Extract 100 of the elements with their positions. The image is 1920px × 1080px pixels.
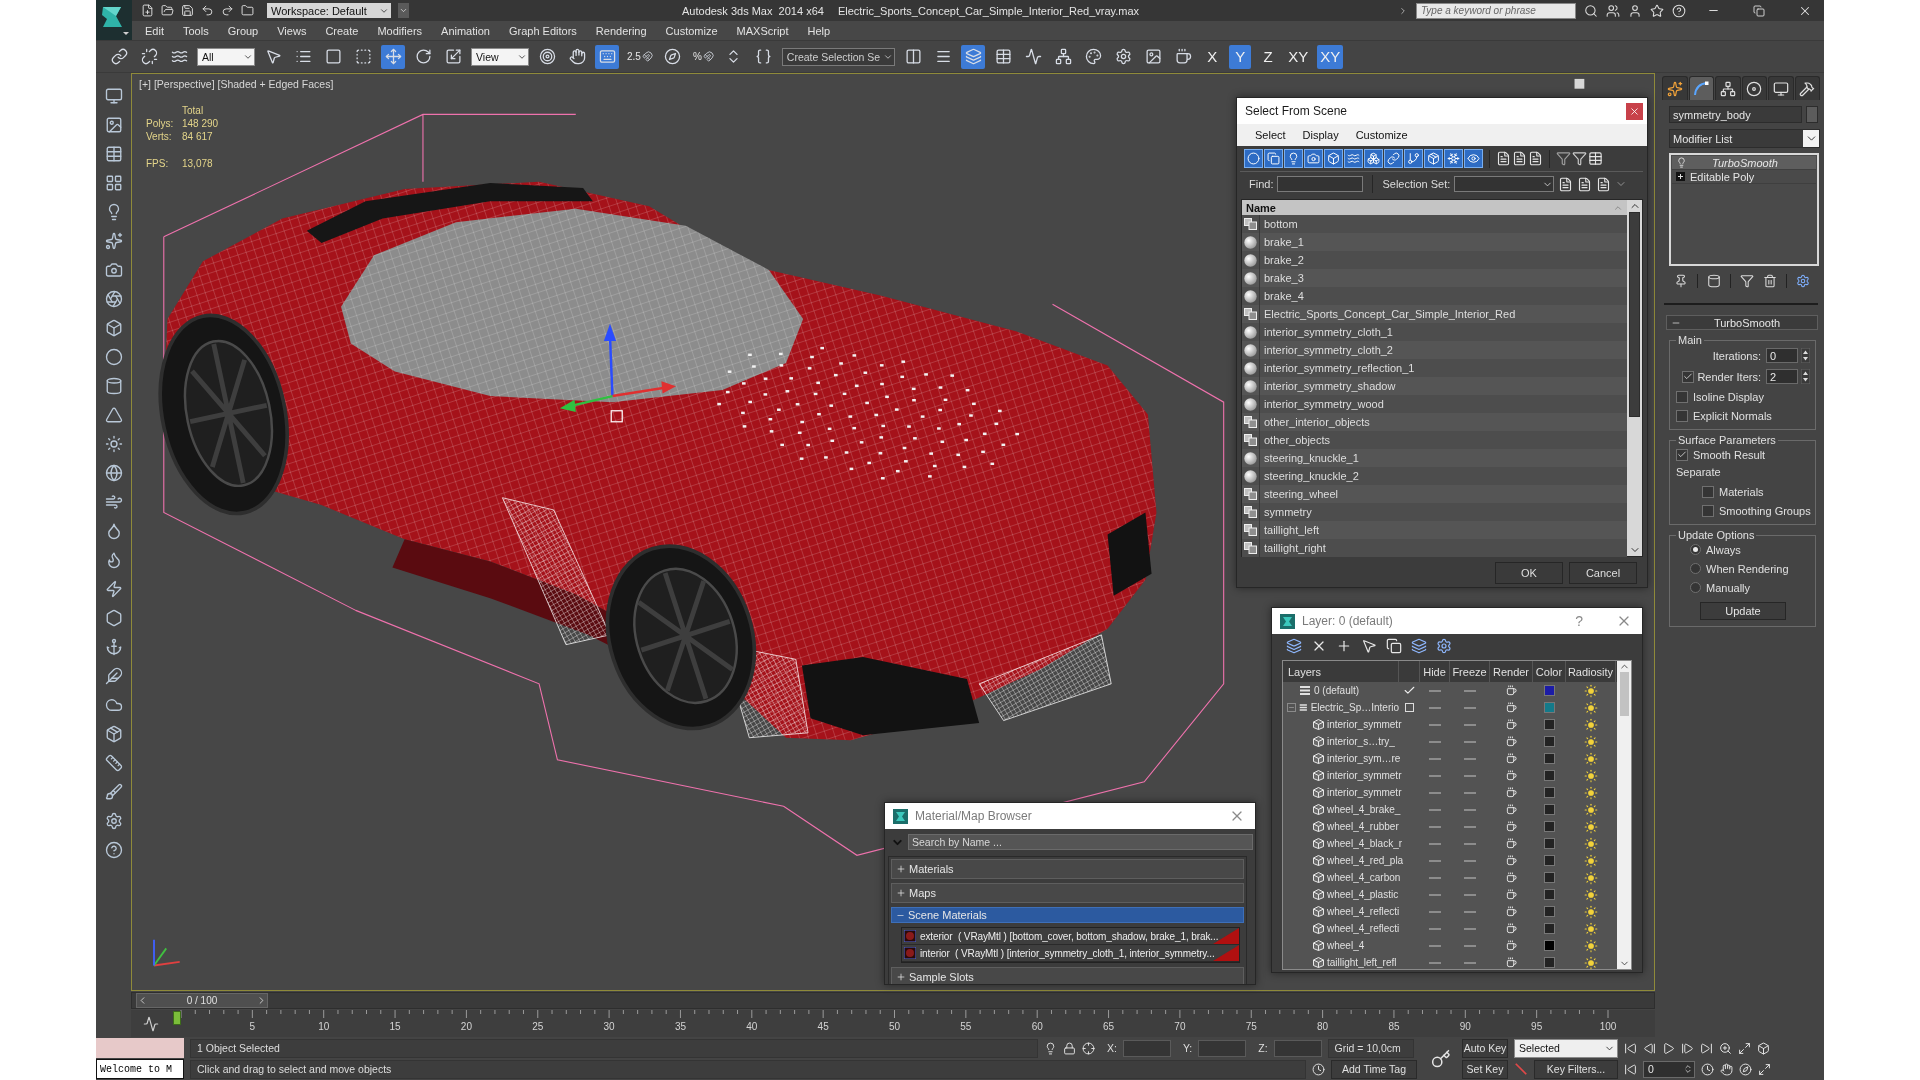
object-list-row[interactable]: brake_4 (1242, 287, 1627, 305)
anchor-icon[interactable] (104, 638, 123, 656)
slash-icon[interactable] (1514, 1061, 1528, 1077)
mug-icon[interactable] (1506, 804, 1517, 815)
object-list-row[interactable]: steering_knuckle_1 (1242, 449, 1627, 467)
axis-constraint-button[interactable]: XY (1317, 44, 1344, 69)
circle-icon[interactable] (104, 348, 123, 366)
sun-icon[interactable] (1584, 938, 1598, 953)
column-header[interactable]: Radiosity (1566, 661, 1616, 682)
color-swatch-icon[interactable] (1544, 787, 1555, 798)
document-icon[interactable] (1496, 151, 1511, 166)
object-color-swatch-icon[interactable] (1806, 106, 1818, 123)
menu-item[interactable]: Graph Editors (508, 24, 577, 37)
object-list-row[interactable]: interior_symmetry_wood (1242, 395, 1627, 413)
object-list-row[interactable]: other_interior_objects (1242, 413, 1627, 431)
material-item[interactable]: interior ( VRayMtl ) [interior_symmetry_cloth_1, interior_symmetry... (902, 945, 1239, 962)
menu-item[interactable]: Edit (145, 24, 164, 37)
document-icon[interactable] (1512, 151, 1527, 166)
panel-tab[interactable] (1662, 76, 1688, 100)
document-icon[interactable] (1528, 151, 1543, 166)
key-filters-button[interactable]: Key Filters... (1534, 1059, 1618, 1079)
filter-toggle-button[interactable] (1464, 149, 1483, 168)
mug-icon[interactable] (1506, 685, 1517, 696)
close-button[interactable] (1626, 102, 1643, 120)
selection-set-combo[interactable]: Create Selection Se (781, 47, 896, 66)
object-list-row[interactable]: brake_2 (1242, 251, 1627, 269)
app-logo-icon[interactable] (96, 0, 132, 40)
panel-tab[interactable] (1768, 76, 1794, 100)
mug-icon[interactable] (1506, 753, 1517, 764)
object-list-row[interactable]: brake_3 (1242, 269, 1627, 287)
maximize-icon[interactable] (1758, 1062, 1771, 1076)
axis-constraint-button[interactable]: X (1201, 44, 1224, 69)
sun-icon[interactable] (1584, 785, 1598, 800)
help-icon[interactable] (104, 841, 123, 859)
mug-icon[interactable] (1506, 702, 1517, 713)
menu-item[interactable]: Select (1255, 129, 1286, 141)
filter-toggle-button[interactable] (1244, 149, 1263, 168)
time-slider-track[interactable]: 0 / 100 (131, 992, 1655, 1009)
move-gizmo-drawing[interactable] (559, 323, 676, 423)
spinner-field[interactable]: 0 (1766, 348, 1798, 363)
aperture-icon[interactable] (104, 290, 123, 308)
lightning-icon[interactable] (104, 580, 123, 598)
grid-icon[interactable] (104, 174, 123, 192)
color-swatch-icon[interactable] (1544, 804, 1555, 815)
help-mark[interactable]: ? (1575, 613, 1583, 629)
color-swatch-icon[interactable] (1544, 838, 1555, 849)
mug-icon[interactable] (1506, 889, 1517, 900)
modifier-list-dropdown[interactable]: Modifier List (1669, 129, 1820, 148)
panel-tab[interactable] (1794, 76, 1820, 100)
plus-box-icon[interactable] (1676, 172, 1685, 181)
cylinder-icon[interactable] (104, 377, 123, 395)
filter-toggle-button[interactable] (1384, 149, 1403, 168)
find-field[interactable] (1277, 176, 1364, 192)
column-header[interactable]: Color (1533, 661, 1566, 682)
clock-icon[interactable] (1312, 1062, 1325, 1076)
feather-icon[interactable] (104, 667, 123, 685)
spinner-arrows-icon[interactable] (1801, 348, 1810, 363)
object-list-row[interactable]: interior_symmetry_cloth_2 (1242, 341, 1627, 359)
layer-name[interactable]: wheel_4_brake_ (1327, 804, 1401, 815)
toolbar-dropdown[interactable]: View (471, 47, 529, 66)
column-header[interactable]: Name (1242, 200, 1627, 215)
filter-toggle-button[interactable] (1404, 149, 1423, 168)
plus-icon[interactable] (1336, 638, 1352, 654)
layer-name[interactable]: wheel_4_black_r (1327, 838, 1403, 849)
color-swatch-icon[interactable] (1544, 685, 1555, 696)
column-header[interactable]: Freeze (1450, 661, 1490, 682)
dialog-button[interactable]: OK (1495, 562, 1563, 584)
auto-key-button[interactable]: Auto Key (1462, 1038, 1508, 1058)
scrollbar-thumb[interactable] (1629, 212, 1640, 417)
help-icon[interactable] (1672, 3, 1686, 18)
shortcut-override-button[interactable] (595, 44, 619, 69)
object-list-row[interactable]: steering_knuckle_2 (1242, 467, 1627, 485)
set-key-button[interactable]: Set Key (1462, 1059, 1508, 1079)
filter-toggle-button[interactable] (1424, 149, 1443, 168)
object-list-row[interactable]: steering_wheel (1242, 485, 1627, 503)
layer-name[interactable]: interior_symmetr (1327, 787, 1402, 798)
viewcube-icon[interactable] (1574, 78, 1585, 89)
key-icon[interactable] (1431, 1049, 1451, 1069)
sun-icon[interactable] (1584, 751, 1598, 766)
axis-constraint-button[interactable]: Z (1257, 44, 1280, 69)
image-icon[interactable] (104, 116, 123, 134)
sun-icon[interactable] (1584, 700, 1598, 715)
table-icon[interactable] (104, 145, 123, 163)
color-swatch-icon[interactable] (1544, 719, 1555, 730)
color-swatch-icon[interactable] (1544, 923, 1555, 934)
checkbox[interactable] (1676, 409, 1688, 422)
update-button[interactable]: Update (1700, 602, 1786, 620)
trash-icon[interactable] (1763, 274, 1777, 288)
maximize-icon[interactable] (1738, 1041, 1751, 1055)
layer-name[interactable]: interior_sym…re (1327, 753, 1401, 764)
overlapping-squares-icon[interactable] (1386, 638, 1402, 654)
modifier-stack-list[interactable]: TurboSmooth Editable Poly (1669, 153, 1819, 266)
crosshair-icon[interactable] (1082, 1041, 1095, 1055)
checkbox[interactable] (1702, 504, 1714, 517)
layers-icon[interactable] (1411, 638, 1427, 654)
filter-toggle-button[interactable] (1264, 149, 1283, 168)
check-icon[interactable] (1403, 684, 1416, 697)
monitor-icon[interactable] (104, 87, 123, 105)
sun-icon[interactable] (1584, 717, 1598, 732)
layer-name[interactable]: interior_symmetr (1327, 770, 1402, 781)
